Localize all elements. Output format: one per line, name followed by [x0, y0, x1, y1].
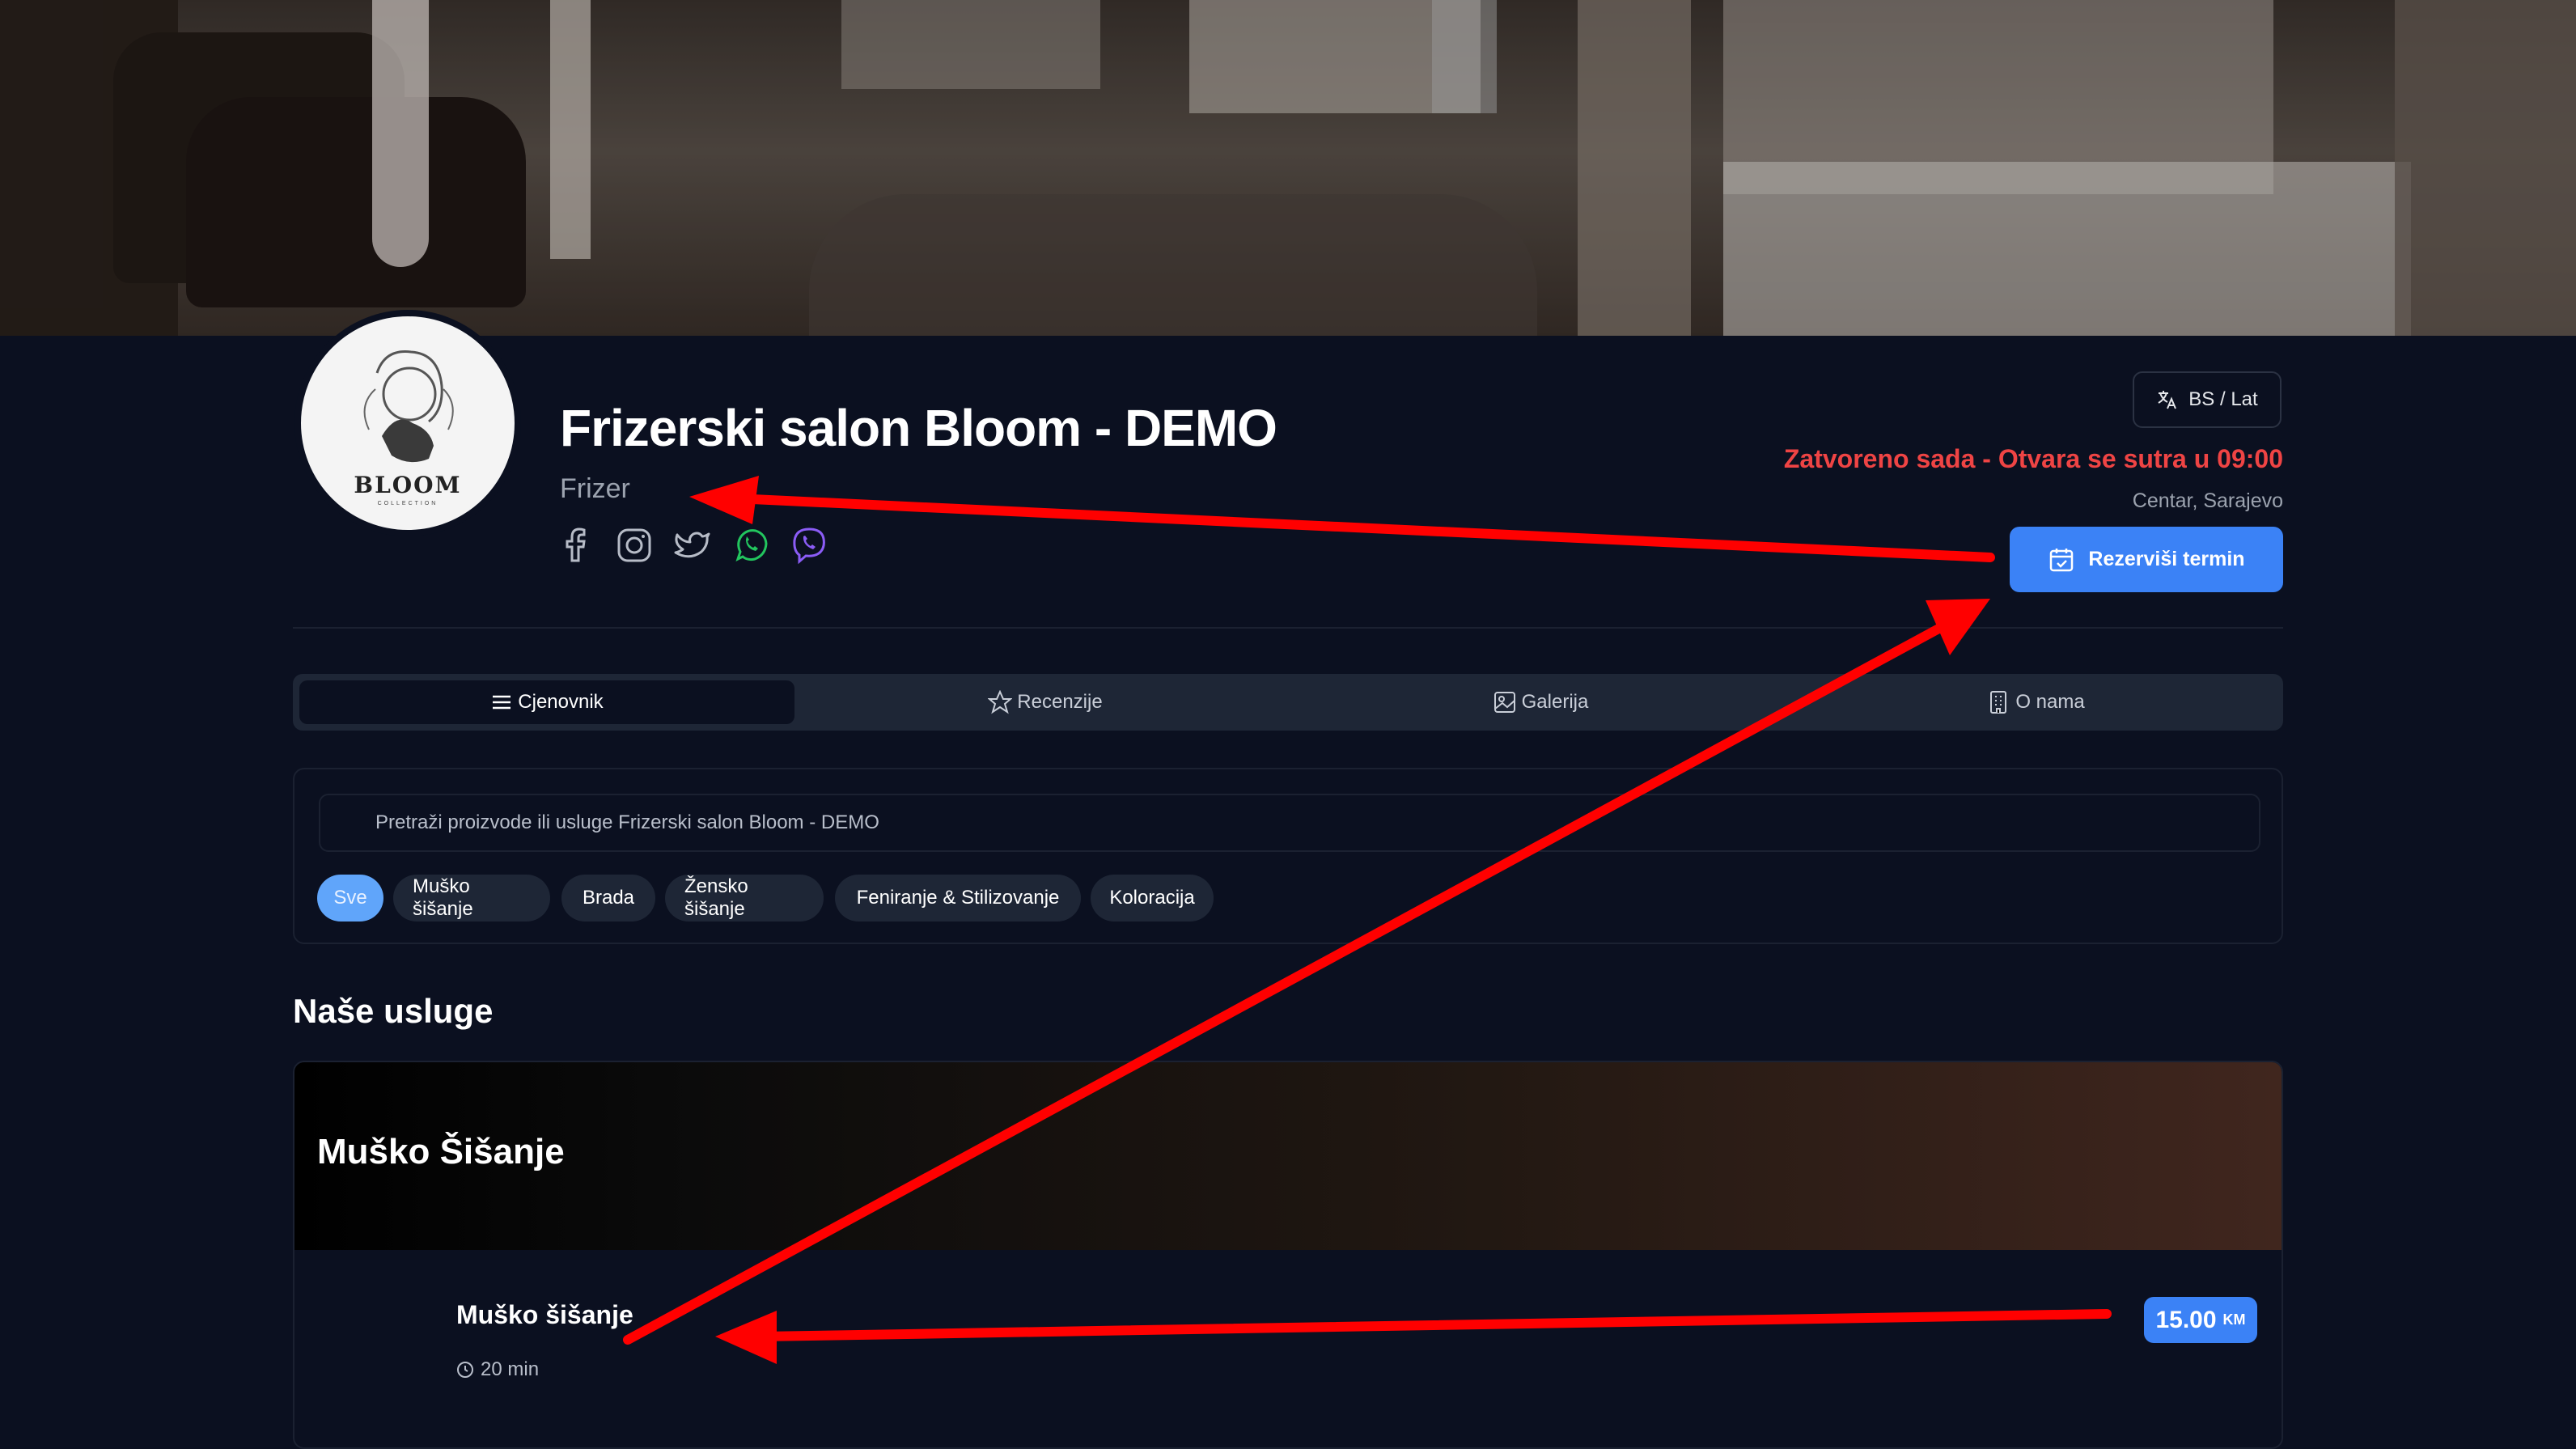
clock-icon	[457, 1362, 473, 1378]
search-input[interactable]: Pretraži proizvode ili usluge Frizerski …	[319, 794, 2260, 852]
book-appointment-label: Rezerviši termin	[2088, 548, 2245, 570]
viber-icon[interactable]	[790, 526, 828, 565]
filter-chip-zensko-sisanje[interactable]: Žensko šišanje	[665, 875, 824, 922]
logo-subtext: COLLECTION	[377, 501, 439, 506]
price-value: 15.00	[2155, 1306, 2217, 1333]
divider	[293, 627, 2283, 629]
instagram-icon[interactable]	[615, 526, 654, 565]
tab-label: Cjenovnik	[518, 691, 604, 713]
filter-chip-sve[interactable]: Sve	[317, 875, 383, 922]
service-category-card: Muško Šišanje Muško šišanje 20 min	[293, 1061, 2283, 1449]
logo-text: BLOOM	[354, 472, 462, 498]
opening-status: Zatvoreno sada - Otvara se sutra u 09:00	[1783, 444, 2283, 473]
category-banner	[294, 1062, 2282, 1250]
service-duration: 20 min	[456, 1358, 539, 1381]
book-appointment-button[interactable]: Rezerviši termin	[2010, 527, 2283, 592]
tab-o-nama[interactable]: O nama	[1788, 680, 2283, 724]
salon-category: Frizer	[560, 473, 630, 504]
filter-chip-koloracija[interactable]: Koloracija	[1091, 875, 1214, 922]
salon-logo: BLOOM COLLECTION	[294, 310, 521, 536]
category-title: Muško Šišanje	[317, 1132, 565, 1171]
section-title: Naše usluge	[293, 992, 494, 1030]
filter-chip-brada[interactable]: Brada	[561, 875, 655, 922]
tab-label: O nama	[2015, 691, 2085, 713]
tab-bar: Cjenovnik Recenzije Galerija O nama	[293, 674, 2283, 731]
salon-title: Frizerski salon Bloom - DEMO	[560, 399, 1277, 457]
building-icon	[1990, 691, 2007, 714]
twitter-icon[interactable]	[673, 526, 712, 565]
tab-galerija[interactable]: Galerija	[1293, 680, 1788, 724]
annotation-arrow-category	[748, 494, 1995, 562]
price-currency: KM	[2222, 1311, 2246, 1328]
location-text: Centar, Sarajevo	[2132, 489, 2283, 512]
service-name: Muško šišanje	[456, 1300, 633, 1329]
language-button[interactable]: BS / Lat	[2133, 371, 2282, 428]
duration-label: 20 min	[481, 1358, 540, 1380]
filter-chip-musko-sisanje[interactable]: Muško šišanje	[393, 875, 550, 922]
menu-icon	[493, 695, 511, 710]
tab-recenzije[interactable]: Recenzije	[798, 680, 1293, 724]
star-icon	[988, 690, 1013, 714]
tab-label: Galerija	[1521, 691, 1589, 713]
facebook-icon[interactable]	[557, 526, 595, 565]
calendar-check-icon	[2050, 548, 2074, 571]
filter-chip-feniranje[interactable]: Feniranje & Stilizovanje	[835, 875, 1081, 922]
language-label: BS / Lat	[2188, 388, 2258, 410]
filter-panel: Pretraži proizvode ili usluge Frizerski …	[293, 768, 2283, 944]
arrowhead-category	[689, 476, 759, 524]
price-badge[interactable]: 15.00 KM	[2144, 1297, 2257, 1343]
translate-icon	[2158, 391, 2177, 409]
tab-cjenovnik[interactable]: Cjenovnik	[299, 680, 794, 724]
whatsapp-icon[interactable]	[731, 526, 770, 565]
tab-label: Recenzije	[1017, 691, 1103, 713]
image-icon	[1493, 692, 1515, 713]
